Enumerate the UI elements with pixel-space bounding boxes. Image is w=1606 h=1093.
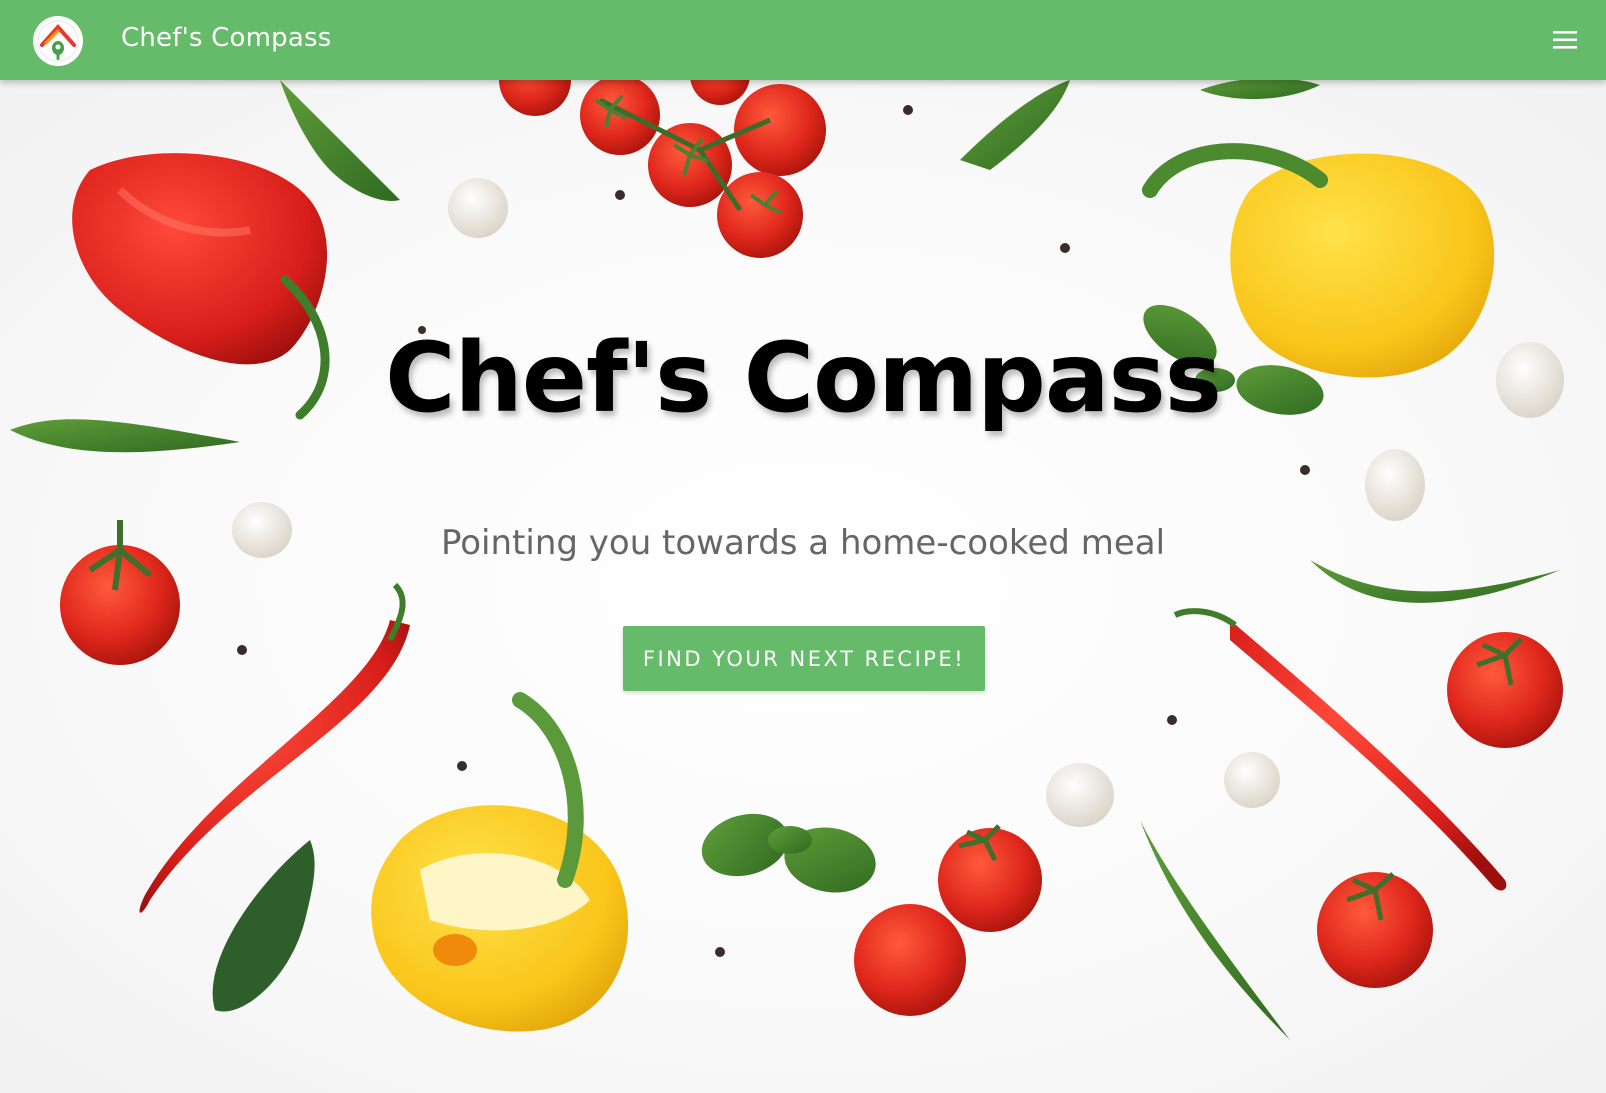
basil-leaves-bottom — [701, 813, 876, 893]
vegetables-background-image — [10, 80, 1564, 1040]
red-chili-left — [139, 620, 411, 913]
hamburger-menu-icon[interactable] — [1550, 26, 1580, 54]
yellow-pepper-half-bottom — [371, 692, 629, 1032]
tomato-bottom-1 — [938, 828, 1042, 932]
spinach-leaf — [212, 840, 315, 1012]
brand-title[interactable]: Chef's Compass — [121, 23, 331, 53]
hero-title: Chef's Compass — [385, 322, 1222, 434]
tomato-bottom-2 — [854, 904, 966, 1016]
tomato-right — [1447, 632, 1563, 748]
tomato-cluster-top — [499, 80, 826, 258]
navbar: Chef's Compass — [0, 0, 1606, 80]
hero-subtitle: Pointing you towards a home-cooked meal — [440, 523, 1166, 563]
hero-section: Chef's Compass Pointing you towards a ho… — [0, 80, 1606, 1093]
compass-house-logo-icon[interactable] — [32, 15, 84, 67]
find-recipe-button[interactable]: FIND YOUR NEXT RECIPE! — [623, 626, 985, 691]
